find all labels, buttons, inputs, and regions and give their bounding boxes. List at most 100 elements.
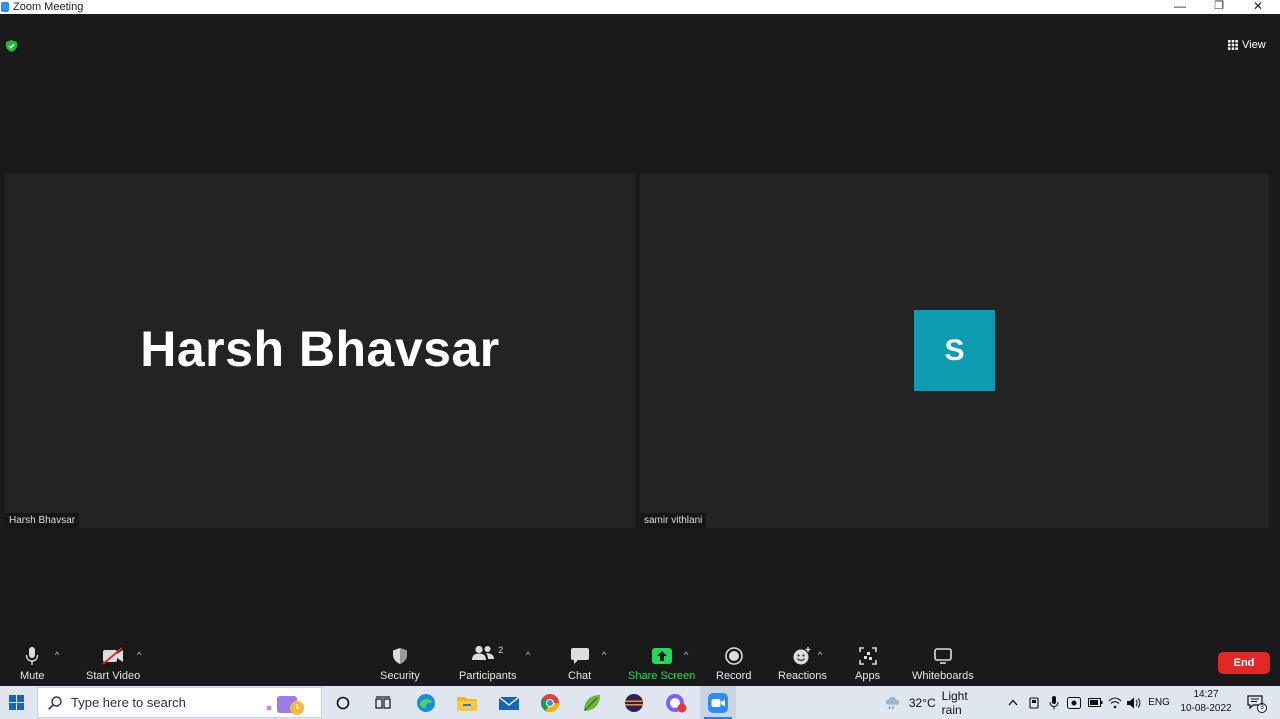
tray-meet-now[interactable] xyxy=(1065,686,1083,719)
reactions-options-caret-icon[interactable]: ^ xyxy=(818,650,822,660)
rain-cloud-icon xyxy=(885,696,900,709)
notification-count-badge: 3 xyxy=(1257,703,1267,713)
participants-options-caret-icon[interactable]: ^ xyxy=(526,650,530,660)
record-button[interactable]: Record xyxy=(716,645,751,682)
microphone-tray-icon xyxy=(1049,695,1059,709)
cortana-button[interactable] xyxy=(330,686,356,719)
minimize-button[interactable]: — xyxy=(1160,0,1200,14)
security-label: Security xyxy=(380,670,420,682)
restore-button[interactable]: ❐ xyxy=(1199,0,1239,14)
participant-name-tag: Harsh Bhavsar xyxy=(5,513,80,528)
record-icon xyxy=(724,647,743,665)
participants-count-badge: 2 xyxy=(498,645,504,655)
leaf-app-icon xyxy=(584,694,600,711)
clock-date: 10-08-2022 xyxy=(1180,703,1232,714)
whiteboards-label: Whiteboards xyxy=(912,670,974,682)
speaker-icon xyxy=(1126,697,1140,708)
windows-taskbar: Type here to search 32°C Light rain ENG … xyxy=(0,686,1280,719)
tray-microphone[interactable] xyxy=(1046,686,1062,719)
zoom-icon xyxy=(708,692,728,713)
chrome-icon xyxy=(540,693,559,712)
video-options-caret-icon[interactable]: ^ xyxy=(137,650,141,660)
chevron-up-icon xyxy=(1008,699,1018,706)
language-indicator[interactable]: ENG xyxy=(1146,686,1172,719)
chat-button[interactable]: Chat xyxy=(568,645,591,682)
clock-time: 14:27 xyxy=(1193,689,1219,700)
action-center-button[interactable]: 3 xyxy=(1241,686,1269,719)
taskbar-edge[interactable] xyxy=(412,686,440,719)
weather-condition: Light rain xyxy=(941,688,968,717)
taskbar-search-box[interactable]: Type here to search xyxy=(37,687,322,718)
participant-display-name: Harsh Bhavsar xyxy=(140,321,500,377)
participant-avatar: S xyxy=(914,310,995,391)
encryption-shield-icon[interactable] xyxy=(6,40,17,52)
taskbar-spring-tool[interactable] xyxy=(578,686,606,719)
close-button[interactable]: ✕ xyxy=(1238,0,1278,14)
video-tile-harsh[interactable]: Harsh Bhavsar Harsh Bhavsar xyxy=(5,174,635,528)
end-meeting-button[interactable]: End xyxy=(1218,652,1270,674)
reactions-label: Reactions xyxy=(778,670,827,682)
taskbar-mail[interactable] xyxy=(495,686,523,719)
audio-options-caret-icon[interactable]: ^ xyxy=(55,650,59,660)
microphone-icon xyxy=(26,647,39,665)
weather-temperature: 32°C xyxy=(908,695,936,710)
chat-options-caret-icon[interactable]: ^ xyxy=(602,650,606,660)
record-label: Record xyxy=(716,670,752,682)
taskbar-eclipse[interactable] xyxy=(620,686,648,719)
task-view-button[interactable] xyxy=(370,686,396,719)
tray-volume[interactable] xyxy=(1125,686,1143,719)
windows-logo-icon xyxy=(8,695,24,710)
apps-label: Apps xyxy=(855,670,881,682)
whiteboard-icon xyxy=(934,648,952,664)
mute-button[interactable]: Mute xyxy=(20,645,44,682)
grid-icon xyxy=(1228,40,1238,50)
language-label: ENG xyxy=(1148,697,1170,708)
search-placeholder: Type here to search xyxy=(71,695,186,710)
smiley-plus-icon xyxy=(793,647,811,665)
chat-bubble-icon xyxy=(570,648,589,664)
show-hidden-icons-button[interactable] xyxy=(1005,686,1021,719)
whiteboards-button[interactable]: Whiteboards xyxy=(912,645,974,682)
cortana-circle-icon xyxy=(336,696,350,709)
video-off-icon xyxy=(102,647,124,665)
chat-label: Chat xyxy=(568,670,592,682)
start-video-label: Start Video xyxy=(86,670,141,682)
device-icon xyxy=(1029,696,1039,709)
start-button[interactable] xyxy=(0,686,32,719)
meeting-controls-toolbar: Mute ^ Start Video ^ Security 2 Particip… xyxy=(0,639,1280,686)
mute-label: Mute xyxy=(20,670,45,682)
tray-wifi[interactable] xyxy=(1106,686,1124,719)
apps-icon xyxy=(858,647,877,665)
taskbar-clock[interactable]: 14:27 10-08-2022 xyxy=(1175,688,1237,716)
view-label: View xyxy=(1242,39,1266,51)
participants-label: Participants xyxy=(459,670,517,682)
search-icon xyxy=(48,695,62,710)
share-options-caret-icon[interactable]: ^ xyxy=(684,650,688,660)
taskbar-file-explorer[interactable] xyxy=(453,686,481,719)
battery-icon xyxy=(1087,698,1102,707)
taskbar-chat-app[interactable] xyxy=(661,686,691,719)
share-screen-arrow-icon xyxy=(651,648,672,664)
mail-icon xyxy=(499,695,519,710)
window-titlebar: Zoom Meeting — ❐ ✕ xyxy=(0,0,1280,14)
window-title: Zoom Meeting xyxy=(13,1,84,13)
participant-name-tag: samir vithlani xyxy=(640,513,707,528)
search-highlight-icon xyxy=(266,696,304,715)
chat-app-icon xyxy=(666,693,687,712)
participants-icon xyxy=(472,645,495,660)
video-tile-samir[interactable]: S samir vithlani xyxy=(640,174,1269,528)
weather-widget[interactable]: 32°C Light rain xyxy=(884,686,984,719)
tray-battery[interactable] xyxy=(1086,686,1104,719)
wifi-icon xyxy=(1108,696,1122,708)
start-video-button[interactable]: Start Video xyxy=(86,645,140,682)
security-shield-icon xyxy=(392,648,407,664)
tray-device-icon[interactable] xyxy=(1026,686,1042,719)
apps-button[interactable]: Apps xyxy=(855,645,880,682)
security-button[interactable]: Security xyxy=(380,645,420,682)
taskbar-chrome[interactable] xyxy=(536,686,564,719)
eclipse-icon xyxy=(625,693,643,712)
view-button[interactable]: View xyxy=(1228,37,1274,53)
participants-button[interactable]: 2 Participants xyxy=(459,645,516,682)
taskbar-zoom[interactable] xyxy=(700,686,736,719)
meet-now-icon xyxy=(1067,696,1081,709)
